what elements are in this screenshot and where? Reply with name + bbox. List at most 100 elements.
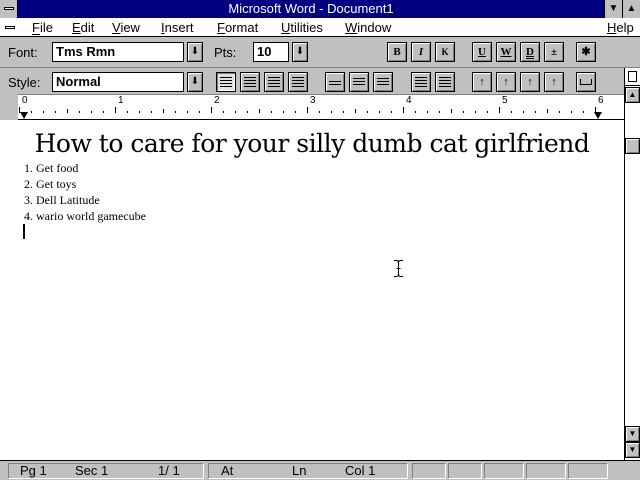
- ruler-tick: [343, 111, 344, 113]
- document-system-menu-button[interactable]: [2, 21, 18, 34]
- menu-help[interactable]: Help: [607, 18, 634, 37]
- ruler-tick: [403, 107, 404, 113]
- ruler-number: 4: [406, 95, 412, 106]
- right-tab-button[interactable]: ↑: [520, 72, 540, 92]
- ruler-tick: [199, 111, 200, 113]
- show-all-button[interactable]: ✱: [576, 42, 596, 62]
- bold-button[interactable]: B: [387, 42, 407, 62]
- ruler-ticks: [18, 107, 624, 113]
- menu-view[interactable]: View: [112, 18, 140, 37]
- right-indent-marker[interactable]: [594, 112, 602, 119]
- scroll-up-button[interactable]: ▲: [625, 87, 640, 103]
- scroll-down-button-2[interactable]: ▼: [625, 442, 640, 458]
- pts-field[interactable]: 10: [253, 42, 289, 62]
- menu-bar: File Edit View Insert Format Utilities W…: [0, 18, 640, 37]
- left-tab-button[interactable]: ↑: [472, 72, 492, 92]
- scroll-thumb[interactable]: [625, 138, 640, 154]
- align-center-button[interactable]: [240, 72, 260, 92]
- one-half-space-button[interactable]: [349, 72, 369, 92]
- ruler-tick: [331, 111, 332, 113]
- ruler-tick: [499, 107, 500, 113]
- close-space-button[interactable]: [411, 72, 431, 92]
- status-section: Sec 1: [75, 463, 109, 478]
- ruler-tick: [31, 111, 32, 113]
- pts-dropdown-button[interactable]: ⬇: [292, 42, 308, 62]
- ruler-left-margin: [0, 94, 18, 120]
- ruler[interactable]: 0 1 2 3 4 5 6: [18, 94, 624, 120]
- status-page: Pg 1: [20, 463, 47, 478]
- minimize-button[interactable]: ▼: [604, 0, 622, 18]
- ruler-scale-button[interactable]: [576, 72, 596, 92]
- ruler-tick: [151, 111, 152, 113]
- ribbon: Font: Tms Rmn ⬇ Pts: 10 ⬇ B I K U W D ± …: [0, 38, 640, 68]
- menu-utilities[interactable]: Utilities: [281, 18, 323, 37]
- ruler-tick: [55, 111, 56, 113]
- menu-window[interactable]: Window: [345, 18, 391, 37]
- style-dropdown-button[interactable]: ⬇: [187, 72, 203, 92]
- ruler-tick: [211, 107, 212, 113]
- align-left-icon: [220, 77, 232, 87]
- italic-button[interactable]: I: [411, 42, 431, 62]
- document-area[interactable]: How to care for your silly dumb cat girl…: [0, 120, 624, 460]
- double-underline-button[interactable]: D: [520, 42, 540, 62]
- status-box-location: [208, 463, 408, 479]
- ruler-tick: [475, 111, 476, 113]
- maximize-button[interactable]: ▲: [622, 0, 640, 18]
- single-space-button[interactable]: [325, 72, 345, 92]
- list-item: 3. Dell Latitude: [24, 193, 100, 207]
- ruler-tick: [451, 109, 452, 113]
- system-menu-button[interactable]: [0, 0, 18, 18]
- title-bar[interactable]: Microsoft Word - Document1 ▼ ▲: [0, 0, 640, 18]
- status-mode-box: [484, 463, 524, 479]
- text-caret: [23, 224, 25, 239]
- double-space-button[interactable]: [373, 72, 393, 92]
- ruler-tick: [571, 111, 572, 113]
- menu-file[interactable]: File: [32, 18, 53, 37]
- ruler-tick: [487, 111, 488, 113]
- status-column: Col 1: [345, 463, 376, 478]
- justify-button[interactable]: [288, 72, 308, 92]
- ruler-tick: [67, 109, 68, 113]
- status-bar: Pg 1 Sec 1 1/ 1 At Ln Col 1: [0, 460, 640, 480]
- ruler-scale-icon: [580, 79, 592, 85]
- decimal-tab-button[interactable]: ↑: [544, 72, 564, 92]
- ruler-tick: [139, 111, 140, 113]
- align-right-button[interactable]: [264, 72, 284, 92]
- document-menu-icon: [5, 26, 15, 29]
- ruler-tick: [547, 109, 548, 113]
- ruler-tick: [439, 111, 440, 113]
- status-at: At: [221, 463, 234, 478]
- one-half-space-icon: [353, 78, 365, 85]
- underline-button[interactable]: U: [472, 42, 492, 62]
- ruler-tick: [583, 111, 584, 113]
- status-page-count: 1/ 1: [158, 463, 180, 478]
- word-underline-button[interactable]: W: [496, 42, 516, 62]
- menu-edit[interactable]: Edit: [72, 18, 94, 37]
- ruler-tick: [295, 111, 296, 113]
- small-caps-button[interactable]: K: [435, 42, 455, 62]
- menu-insert[interactable]: Insert: [161, 18, 194, 37]
- menu-format[interactable]: Format: [217, 18, 258, 37]
- scroll-down-button[interactable]: ▼: [625, 426, 640, 442]
- font-label: Font:: [8, 45, 38, 60]
- ruler-tick: [523, 111, 524, 113]
- font-name-field[interactable]: Tms Rmn: [52, 42, 184, 62]
- double-space-icon: [377, 78, 389, 85]
- ruler-tick: [427, 111, 428, 113]
- ruler-tick: [79, 111, 80, 113]
- list-item: 2. Get toys: [24, 177, 77, 191]
- vertical-scrollbar[interactable]: ▲ ▼ ▼: [624, 68, 640, 460]
- left-indent-marker[interactable]: [20, 112, 28, 119]
- center-tab-button[interactable]: ↑: [496, 72, 516, 92]
- ruler-tick: [415, 111, 416, 113]
- font-dropdown-button[interactable]: ⬇: [187, 42, 203, 62]
- ruler-tick: [355, 109, 356, 113]
- ruler-tick: [127, 111, 128, 113]
- ruler-tick: [259, 109, 260, 113]
- superscript-button[interactable]: ±: [544, 42, 564, 62]
- open-space-button[interactable]: [435, 72, 455, 92]
- style-field[interactable]: Normal: [52, 72, 184, 92]
- status-mode-box: [568, 463, 608, 479]
- page-view-icon[interactable]: [625, 68, 640, 86]
- align-left-button[interactable]: [216, 72, 236, 92]
